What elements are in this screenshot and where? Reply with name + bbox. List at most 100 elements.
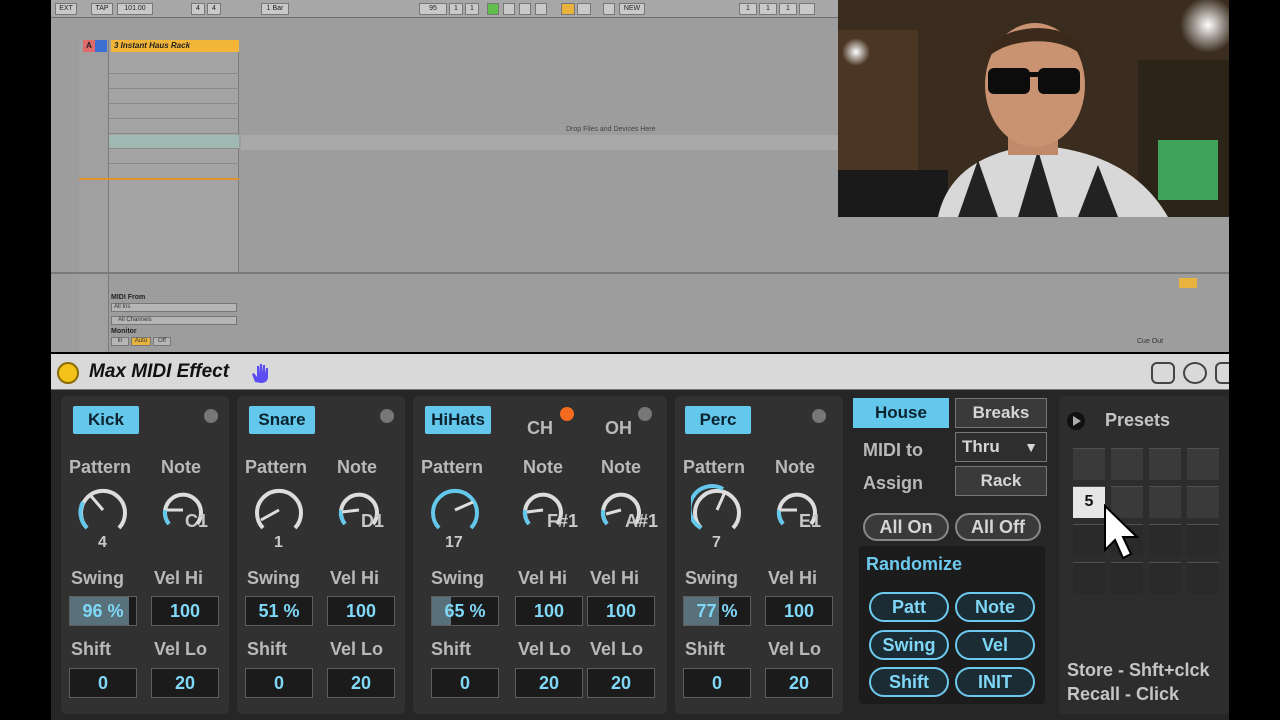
hihats-vello-field[interactable]: 20 <box>515 668 583 698</box>
preset-slot[interactable] <box>1111 562 1143 594</box>
automation-icon[interactable] <box>577 3 591 15</box>
preset-slot[interactable] <box>1187 448 1219 480</box>
preset-slot[interactable] <box>1111 448 1143 480</box>
hihats-pattern-knob[interactable] <box>429 484 481 536</box>
song-position-beats[interactable]: 1 <box>449 3 463 15</box>
preset-slot[interactable] <box>1187 562 1219 594</box>
tempo-field[interactable]: 101.00 <box>117 3 153 15</box>
preset-slot[interactable] <box>1073 562 1105 594</box>
snare-swing-slider[interactable]: 51 % <box>245 596 313 626</box>
randomize-shift-button[interactable]: Shift <box>869 667 949 697</box>
perc-velhi-field[interactable]: 100 <box>765 596 833 626</box>
save-preset-icon[interactable] <box>1151 362 1175 384</box>
track-a-letter[interactable]: A <box>83 40 95 52</box>
randomize-init-button[interactable]: INIT <box>955 667 1035 697</box>
hot-swap-icon[interactable] <box>1183 362 1207 384</box>
preset-slot-selected[interactable]: 5 <box>1073 486 1105 518</box>
midi-input-channel-select[interactable]: All Channels <box>111 316 237 325</box>
preset-slot[interactable] <box>1073 524 1105 556</box>
snare-vello-field[interactable]: 20 <box>327 668 395 698</box>
monitor-auto-button[interactable]: Auto <box>131 337 151 346</box>
perc-shift-field[interactable]: 0 <box>683 668 751 698</box>
hand-icon[interactable] <box>249 362 271 384</box>
preset-slot[interactable] <box>1073 448 1105 480</box>
snare-velhi-field[interactable]: 100 <box>327 596 395 626</box>
hihats-velhi-field[interactable]: 100 <box>515 596 583 626</box>
hihats-toggle[interactable]: HiHats <box>425 406 491 434</box>
draw-mode-icon[interactable] <box>799 3 815 15</box>
clip-slot[interactable] <box>109 90 239 104</box>
overdub-icon[interactable] <box>561 3 575 15</box>
randomize-swing-button[interactable]: Swing <box>869 630 949 660</box>
snare-shift-label: Shift <box>247 639 287 659</box>
new-button[interactable]: NEW <box>619 3 645 15</box>
randomize-note-button[interactable]: Note <box>955 592 1035 622</box>
presets-play-icon[interactable] <box>1067 412 1085 430</box>
hihats-swing-slider[interactable]: 65 % <box>431 596 499 626</box>
hihats-velhi2-field[interactable]: 100 <box>587 596 655 626</box>
snare-toggle[interactable]: Snare <box>249 406 315 434</box>
kick-toggle[interactable]: Kick <box>73 406 139 434</box>
all-on-button[interactable]: All On <box>863 513 949 541</box>
clip-slot[interactable] <box>109 105 239 119</box>
snare-panel: Snare Pattern Note 1 D1 Swing Vel Hi 51 … <box>237 396 405 714</box>
track-color-chip[interactable] <box>95 40 107 52</box>
tap-button[interactable]: TAP <box>91 3 113 15</box>
song-position-sixteenths[interactable]: 1 <box>465 3 479 15</box>
randomize-patt-button[interactable]: Patt <box>869 592 949 622</box>
all-off-button[interactable]: All Off <box>955 513 1041 541</box>
breaks-style-button[interactable]: Breaks <box>955 398 1047 428</box>
loop-start-a[interactable]: 1 <box>739 3 757 15</box>
preset-slot[interactable] <box>1149 524 1181 556</box>
preset-slot[interactable] <box>1149 448 1181 480</box>
hihats-ch-led <box>560 407 574 421</box>
loop-start-b[interactable]: 1 <box>759 3 777 15</box>
monitor-off-button[interactable]: Off <box>153 337 171 346</box>
song-position-bars[interactable]: 95 <box>419 3 447 15</box>
loop-start-c[interactable]: 1 <box>779 3 797 15</box>
clip-slot-selected[interactable] <box>109 135 239 149</box>
kick-pattern-knob[interactable] <box>77 484 129 536</box>
preset-slot[interactable] <box>1187 486 1219 518</box>
quantization-select[interactable]: 1 Bar <box>261 3 289 15</box>
clip-slot[interactable] <box>109 120 239 134</box>
preset-slot[interactable] <box>1149 562 1181 594</box>
preset-slot[interactable] <box>1187 524 1219 556</box>
midi-input-type-select[interactable]: All Ins <box>111 303 237 312</box>
midi-to-select[interactable]: Thru ▼ <box>955 432 1047 462</box>
metronome-icon[interactable] <box>603 3 615 15</box>
signature-denominator[interactable]: 4 <box>207 3 221 15</box>
kick-swing-slider[interactable]: 96 % <box>69 596 137 626</box>
device-edit-icon[interactable] <box>1215 362 1229 384</box>
preset-slot[interactable] <box>1149 486 1181 518</box>
record-icon[interactable] <box>519 3 531 15</box>
hihats-vello2-field[interactable]: 20 <box>587 668 655 698</box>
house-style-button[interactable]: House <box>853 398 949 428</box>
ext-button[interactable]: EXT <box>55 3 77 15</box>
assign-rack-button[interactable]: Rack <box>955 466 1047 496</box>
clip-slot[interactable] <box>109 150 239 164</box>
perc-swing-slider[interactable]: 77 % <box>683 596 751 626</box>
hihats-velhi-label: Vel Hi <box>518 568 568 588</box>
play-icon[interactable] <box>487 3 499 15</box>
randomize-vel-button[interactable]: Vel <box>955 630 1035 660</box>
signature-numerator[interactable]: 4 <box>191 3 205 15</box>
kick-shift-field[interactable]: 0 <box>69 668 137 698</box>
kick-vello-field[interactable]: 20 <box>151 668 219 698</box>
add-icon[interactable] <box>535 3 547 15</box>
perc-toggle[interactable]: Perc <box>685 406 751 434</box>
hihats-oh-label: OH <box>605 418 632 438</box>
snare-shift-field[interactable]: 0 <box>245 668 313 698</box>
snare-pattern-knob[interactable] <box>253 484 305 536</box>
clip-slot[interactable] <box>109 75 239 89</box>
perc-vello-field[interactable]: 20 <box>765 668 833 698</box>
monitor-in-button[interactable]: In <box>111 337 129 346</box>
kick-velhi-field[interactable]: 100 <box>151 596 219 626</box>
stop-icon[interactable] <box>503 3 515 15</box>
clip-slot[interactable] <box>109 60 239 74</box>
power-icon[interactable] <box>57 362 79 384</box>
track-title[interactable]: 3 Instant Haus Rack <box>111 40 239 52</box>
hihats-shift-field[interactable]: 0 <box>431 668 499 698</box>
hihats-oh-led <box>638 407 652 421</box>
perc-pattern-knob[interactable] <box>691 484 743 536</box>
